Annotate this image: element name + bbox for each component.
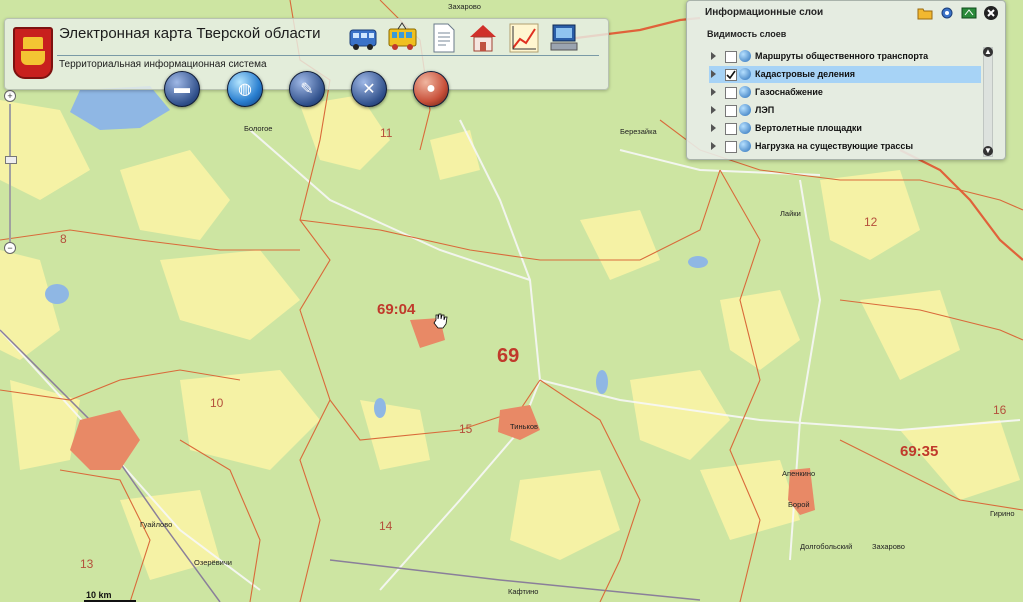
place-name: Гуайлово (140, 520, 172, 529)
settings-icon[interactable] (939, 5, 955, 21)
layer-item[interactable]: Маршруты общественного транспорта (709, 48, 981, 65)
district-code-label: 69:35 (900, 443, 938, 460)
layers-panel: Информационные слои Видимость слоев Марш… (686, 0, 1006, 160)
computer-icon[interactable] (547, 21, 581, 55)
globe-icon[interactable]: ◍ (227, 71, 263, 107)
main-region-code: 69 (497, 345, 519, 367)
quarter-number: 10 (210, 396, 224, 410)
zoom-slider-handle[interactable] (5, 156, 17, 164)
header-divider (57, 55, 599, 56)
zoom-out-button[interactable]: − (4, 242, 16, 254)
layer-globe-icon (739, 140, 751, 152)
coat-of-arms-icon (13, 27, 53, 79)
visibility-subtitle: Видимость слоев (707, 29, 787, 39)
expand-arrow-icon[interactable] (711, 70, 716, 78)
layer-item[interactable]: Кадастровые деления (709, 66, 981, 83)
place-name: Кафтино (508, 587, 538, 596)
layers-panel-title: Информационные слои (705, 7, 824, 18)
layer-label: Нагрузка на существующие трассы (755, 141, 914, 151)
layer-globe-icon (739, 50, 751, 62)
tram-icon[interactable] (386, 21, 420, 55)
place-name: Лайки (780, 209, 801, 218)
layer-globe-icon (739, 86, 751, 98)
layer-checkbox[interactable] (725, 123, 737, 135)
export-icon[interactable] (961, 5, 977, 21)
meat-icon[interactable]: ● (413, 71, 449, 107)
layer-item[interactable]: Газоснабжение (709, 84, 981, 101)
layers-scrollbar[interactable] (983, 47, 993, 157)
expand-arrow-icon[interactable] (711, 142, 716, 150)
app-title: Электронная карта Тверской области (59, 25, 321, 42)
truck-icon[interactable]: ▬ (164, 71, 200, 107)
app-header-panel: Электронная карта Тверской области Терри… (4, 18, 609, 107)
quarter-number: 16 (993, 403, 1007, 417)
zoom-in-button[interactable]: + (4, 90, 16, 102)
wrench-icon[interactable]: ✕ (351, 71, 387, 107)
layer-globe-icon (739, 104, 751, 116)
place-name: Апенкино (782, 469, 815, 478)
expand-arrow-icon[interactable] (711, 52, 716, 60)
district-code-label: 69:04 (377, 301, 416, 318)
place-name: Захарово (872, 542, 905, 551)
layer-checkbox[interactable] (725, 141, 737, 153)
layer-globe-icon (739, 122, 751, 134)
expand-arrow-icon[interactable] (711, 106, 716, 114)
layer-label: Вертолетные площадки (755, 123, 862, 133)
layer-item[interactable]: Нагрузка на существующие трассы (709, 138, 981, 155)
place-name: Озерёвичи (194, 558, 232, 567)
place-name: Тиньков (510, 422, 538, 431)
layer-checkbox[interactable] (725, 105, 737, 117)
layer-item[interactable]: ЛЭП (709, 102, 981, 119)
quarter-number: 13 (80, 557, 94, 571)
layer-label: ЛЭП (755, 105, 775, 115)
zoom-track[interactable] (9, 104, 11, 244)
expand-arrow-icon[interactable] (711, 88, 716, 96)
house-icon[interactable] (466, 21, 500, 55)
close-icon[interactable] (983, 5, 999, 21)
quarter-number: 8 (60, 232, 67, 246)
scroll-down-icon[interactable]: ▼ (983, 146, 993, 156)
place-name: Долгобольский (800, 542, 852, 551)
pen-icon[interactable]: ✎ (289, 71, 325, 107)
expand-arrow-icon[interactable] (711, 124, 716, 132)
place-name: Березайка (620, 127, 658, 136)
layer-globe-icon (739, 68, 751, 80)
place-name: Борой (788, 500, 810, 509)
layer-checkbox[interactable] (725, 51, 737, 63)
layer-checkbox[interactable] (725, 69, 737, 81)
layer-label: Маршруты общественного транспорта (755, 51, 929, 61)
scale-label: 10 km (86, 590, 112, 600)
layer-label: Кадастровые деления (755, 69, 856, 79)
quarter-number: 11 (380, 126, 393, 140)
app-subtitle: Территориальная информационная система (59, 59, 267, 70)
place-name: Захарово (448, 2, 481, 11)
chart-icon[interactable] (507, 21, 541, 55)
place-name: Бологое (244, 124, 272, 133)
place-name: Гирино (990, 509, 1015, 518)
bus-icon[interactable] (347, 21, 381, 55)
quarter-number: 12 (864, 215, 878, 229)
layer-item[interactable]: Вертолетные площадки (709, 120, 981, 137)
quarter-number: 14 (379, 519, 393, 533)
document-icon[interactable] (426, 21, 460, 55)
quarter-number: 15 (459, 422, 473, 436)
zoom-control[interactable]: + − (4, 90, 17, 254)
layer-label: Газоснабжение (755, 87, 823, 97)
layer-checkbox[interactable] (725, 87, 737, 99)
scroll-up-icon[interactable]: ▲ (983, 47, 993, 57)
folder-icon[interactable] (917, 5, 933, 21)
